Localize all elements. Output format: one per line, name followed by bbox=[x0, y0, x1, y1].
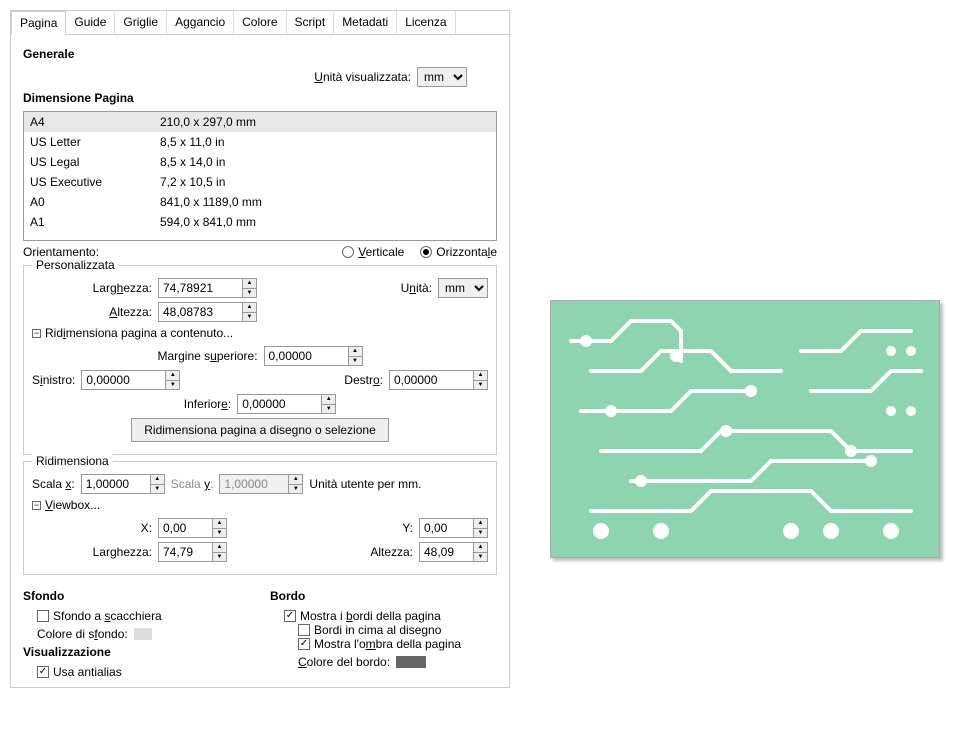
scale-unit-label: Unità utente per mm. bbox=[309, 477, 421, 491]
margin-left-input[interactable]: ▲▼ bbox=[81, 370, 180, 390]
orientation-label: Orientamento: bbox=[23, 245, 99, 259]
scale-x-input[interactable]: ▲▼ bbox=[81, 474, 165, 494]
height-input[interactable]: ▲▼ bbox=[158, 302, 257, 322]
tab-pagina[interactable]: Pagina bbox=[11, 11, 66, 35]
bg-color-label: Colore di sfondo: bbox=[37, 627, 128, 641]
resize-to-drawing-button[interactable]: Ridimensiona pagina a disegno o selezion… bbox=[131, 418, 389, 442]
resize-to-content-expander[interactable]: −Ridimensiona pagina a contenuto... bbox=[32, 326, 488, 340]
viewbox-h-input[interactable]: ▲▼ bbox=[419, 542, 488, 562]
scale-x-label: Scala x: bbox=[32, 477, 75, 491]
list-item[interactable]: A0841,0 x 1189,0 mm bbox=[24, 192, 496, 212]
bg-title: Sfondo bbox=[23, 589, 250, 603]
height-label: Altezza: bbox=[32, 305, 152, 319]
viewbox-y-label: Y: bbox=[402, 521, 413, 535]
viewbox-x-input[interactable]: ▲▼ bbox=[158, 518, 227, 538]
margin-right-label: Destro: bbox=[344, 373, 383, 387]
tab-aggancio[interactable]: Aggancio bbox=[167, 11, 234, 34]
custom-unit-label: Unità: bbox=[401, 281, 432, 295]
orientation-horizontal-radio[interactable]: Orizzontale bbox=[420, 245, 497, 259]
tab-guide[interactable]: Guide bbox=[66, 11, 115, 34]
general-title: Generale bbox=[23, 47, 497, 61]
viewbox-w-input[interactable]: ▲▼ bbox=[158, 542, 227, 562]
pcb-traces bbox=[551, 301, 940, 558]
margin-top-label: Margine superiore: bbox=[157, 349, 257, 363]
properties-panel: Pagina Guide Griglie Aggancio Colore Scr… bbox=[10, 10, 510, 688]
orientation-vertical-radio[interactable]: Verticale bbox=[342, 245, 404, 259]
scale-group: Ridimensiona Scala x: ▲▼ Scala y: ▲▼ Uni… bbox=[23, 461, 497, 575]
tab-licenza[interactable]: Licenza bbox=[397, 11, 455, 34]
page-size-list[interactable]: A4210,0 x 297,0 mm US Letter8,5 x 11,0 i… bbox=[23, 111, 497, 241]
viewbox-w-label: Larghezza: bbox=[32, 545, 152, 559]
viewbox-y-input[interactable]: ▲▼ bbox=[419, 518, 488, 538]
viewbox-x-label: X: bbox=[32, 521, 152, 535]
tab-content: Generale UUnità visualizzata:nità visual… bbox=[11, 35, 509, 687]
border-color-label: Colore del bordo: bbox=[298, 655, 390, 669]
show-shadow-check[interactable]: ✓Mostra l'ombra della pagina bbox=[298, 637, 497, 651]
display-title: Visualizzazione bbox=[23, 645, 250, 659]
scale-y-input: ▲▼ bbox=[219, 474, 303, 494]
tab-griglie[interactable]: Griglie bbox=[115, 11, 167, 34]
list-item[interactable]: A4210,0 x 297,0 mm bbox=[24, 112, 496, 132]
border-color-swatch[interactable] bbox=[396, 656, 426, 668]
bg-color-swatch[interactable] bbox=[134, 628, 152, 640]
list-item[interactable]: US Letter8,5 x 11,0 in bbox=[24, 132, 496, 152]
margin-left-label: Sinistro: bbox=[32, 373, 75, 387]
antialias-check[interactable]: ✓Usa antialias bbox=[37, 665, 250, 679]
canvas-preview bbox=[550, 300, 940, 688]
width-input[interactable]: ▲▼ bbox=[158, 278, 257, 298]
margin-bottom-label: Inferiore: bbox=[184, 397, 231, 411]
tab-metadati[interactable]: Metadati bbox=[334, 11, 397, 34]
margin-bottom-input[interactable]: ▲▼ bbox=[237, 394, 336, 414]
show-border-check[interactable]: ✓Mostra i bordi della pagina bbox=[284, 609, 497, 623]
border-on-top-check[interactable]: Bordi in cima al disegno bbox=[298, 623, 497, 637]
unit-display-select[interactable]: mm bbox=[417, 67, 467, 87]
tab-bar: Pagina Guide Griglie Aggancio Colore Scr… bbox=[11, 11, 509, 35]
tab-script[interactable]: Script bbox=[287, 11, 335, 34]
page-size-title: Dimensione Pagina bbox=[23, 91, 497, 105]
pcb-preview bbox=[550, 300, 940, 558]
checkerboard-check[interactable]: Sfondo a scacchiera bbox=[37, 609, 250, 623]
list-item[interactable]: US Executive7,2 x 10,5 in bbox=[24, 172, 496, 192]
margin-right-input[interactable]: ▲▼ bbox=[389, 370, 488, 390]
custom-size-group: Personalizzata Larghezza: ▲▼ Unità: mm A… bbox=[23, 265, 497, 455]
tab-colore[interactable]: Colore bbox=[234, 11, 286, 34]
border-title: Bordo bbox=[270, 589, 497, 603]
list-item[interactable]: US Legal8,5 x 14,0 in bbox=[24, 152, 496, 172]
list-item[interactable]: A1594,0 x 841,0 mm bbox=[24, 212, 496, 232]
unit-display-label: UUnità visualizzata:nità visualizzata: bbox=[314, 70, 411, 84]
custom-legend: Personalizzata bbox=[32, 258, 119, 272]
scale-y-label: Scala y: bbox=[171, 477, 214, 491]
scale-legend: Ridimensiona bbox=[32, 454, 113, 468]
margin-top-input[interactable]: ▲▼ bbox=[264, 346, 363, 366]
viewbox-h-label: Altezza: bbox=[370, 545, 413, 559]
custom-unit-select[interactable]: mm bbox=[438, 278, 488, 298]
width-label: Larghezza: bbox=[32, 281, 152, 295]
viewbox-expander[interactable]: −Viewbox... bbox=[32, 498, 488, 512]
